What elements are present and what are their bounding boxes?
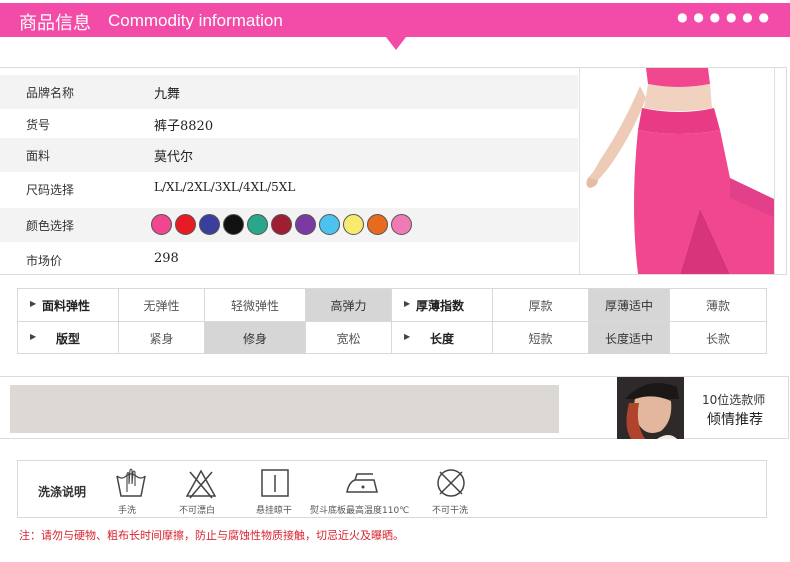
- wash-caption: 不可干洗: [432, 506, 469, 516]
- no-dry-clean-icon: [437, 469, 465, 497]
- info-value: 莫代尔: [154, 150, 194, 165]
- color-swatch[interactable]: [199, 214, 220, 235]
- attribute-heading: ▶ 厚薄指数: [392, 289, 493, 321]
- iron-icon: [346, 473, 378, 493]
- info-value: 九舞: [154, 87, 181, 102]
- info-row-size: 尺码选择 L/XL/2XL/3XL/4XL/5XL: [0, 172, 578, 206]
- color-swatch[interactable]: [343, 214, 364, 235]
- info-row-item-number: 货号 裤子8820: [0, 107, 578, 141]
- wash-instructions: 洗涤说明 手洗 不可漂白 悬挂晾干 熨斗底板最高温度110℃ 不可干洗: [17, 460, 767, 518]
- hand-wash-icon: [116, 468, 146, 497]
- attribute-heading: ▶ 长度: [392, 322, 493, 354]
- info-value: L/XL/2XL/3XL/4XL/5XL: [154, 180, 296, 194]
- attribute-heading-label: 版型: [56, 331, 81, 346]
- triangle-icon: ▶: [30, 332, 37, 341]
- attribute-option: 无弹性: [119, 289, 205, 321]
- banner-line-2: 倾情推荐: [707, 412, 763, 428]
- attribute-heading-label: 长度: [430, 331, 455, 346]
- care-note: 注：请勿与硬物、粗布长时间摩擦，防止与腐蚀性物质接触，切忌近火及曝晒。: [19, 529, 404, 542]
- attribute-option-selected: 厚薄适中: [589, 289, 670, 321]
- attribute-option-selected: 长度适中: [589, 322, 670, 354]
- attribute-table: ▶ 面料弹性 无弹性 轻微弹性 高弹力 ▶ 厚薄指数 厚款 厚薄适中 薄款 ▶ …: [17, 288, 767, 354]
- color-swatch[interactable]: [175, 214, 196, 235]
- dots-icon: ● ● ● ● ● ●: [677, 10, 770, 24]
- wash-caption: 不可漂白: [179, 506, 216, 516]
- attribute-option: 短款: [493, 322, 589, 354]
- info-label: 面料: [26, 149, 51, 163]
- designer-photo-illustration: [617, 377, 684, 439]
- triangle-icon: ▶: [404, 299, 411, 308]
- banner-line-1: 10位选款师: [702, 393, 766, 407]
- info-label: 品牌名称: [26, 86, 75, 100]
- color-swatch[interactable]: [247, 214, 268, 235]
- model-pants-illustration: [580, 68, 774, 274]
- hang-dry-icon: [261, 469, 289, 497]
- wash-caption: 手洗: [118, 506, 137, 516]
- color-swatch[interactable]: [271, 214, 292, 235]
- wash-caption: 悬挂晾干: [256, 506, 293, 516]
- wash-label: 洗涤说明: [38, 485, 87, 499]
- info-label: 尺码选择: [26, 183, 75, 197]
- product-photo: [579, 68, 775, 274]
- info-label: 货号: [26, 118, 51, 132]
- color-swatch-list: [151, 214, 412, 235]
- attribute-heading-label: 厚薄指数: [416, 298, 465, 313]
- color-swatch[interactable]: [151, 214, 172, 235]
- info-label: 市场价: [26, 254, 63, 268]
- color-swatch[interactable]: [223, 214, 244, 235]
- no-bleach-icon: [185, 469, 217, 499]
- designer-avatar: [617, 377, 684, 439]
- triangle-icon: ▶: [30, 299, 37, 308]
- wash-caption: 熨斗底板最高温度110℃: [310, 506, 410, 516]
- info-value: 298: [154, 251, 179, 266]
- product-info-panel: 品牌名称 九舞 货号 裤子8820 面料 莫代尔 尺码选择 L/XL/2XL/3…: [0, 67, 787, 275]
- attribute-option-selected: 高弹力: [306, 289, 392, 321]
- info-row-fabric: 面料 莫代尔: [0, 138, 578, 172]
- color-swatch[interactable]: [295, 214, 316, 235]
- info-value: 裤子8820: [154, 119, 214, 134]
- attribute-option: 厚款: [493, 289, 589, 321]
- attribute-heading: ▶ 面料弹性: [18, 289, 119, 321]
- attribute-heading-label: 面料弹性: [42, 298, 91, 313]
- attribute-option: 长款: [705, 331, 730, 346]
- attribute-option: 紧身: [119, 322, 205, 354]
- section-header: 商品信息 Commodity information ● ● ● ● ● ●: [0, 3, 790, 37]
- color-swatch[interactable]: [319, 214, 340, 235]
- banner-placeholder: [10, 385, 559, 433]
- attribute-heading: ▶ 版型: [18, 322, 119, 354]
- attribute-option: 薄款: [705, 298, 730, 313]
- designer-recommend-banner: 10位选款师 倾情推荐: [0, 376, 789, 439]
- attribute-row: ▶ 面料弹性 无弹性 轻微弹性 高弹力 ▶ 厚薄指数 厚款 厚薄适中 薄款: [18, 289, 766, 322]
- color-swatch[interactable]: [367, 214, 388, 235]
- color-swatch[interactable]: [391, 214, 412, 235]
- info-row-brand: 品牌名称 九舞: [0, 75, 578, 109]
- triangle-icon: ▶: [404, 332, 411, 341]
- attribute-option-selected: 修身: [205, 322, 306, 354]
- attribute-option: 轻微弹性: [205, 289, 306, 321]
- info-row-price: 市场价 298: [0, 243, 578, 277]
- header-arrow-icon: [386, 37, 406, 50]
- info-label: 颜色选择: [26, 219, 75, 233]
- header-title-cn: 商品信息: [19, 13, 91, 34]
- header-title-en: Commodity information: [108, 11, 283, 30]
- attribute-row: ▶ 版型 紧身 修身 宽松 ▶ 长度 短款 长度适中 长款: [18, 322, 766, 355]
- info-row-color: 颜色选择: [0, 208, 578, 242]
- attribute-option: 宽松: [306, 322, 392, 354]
